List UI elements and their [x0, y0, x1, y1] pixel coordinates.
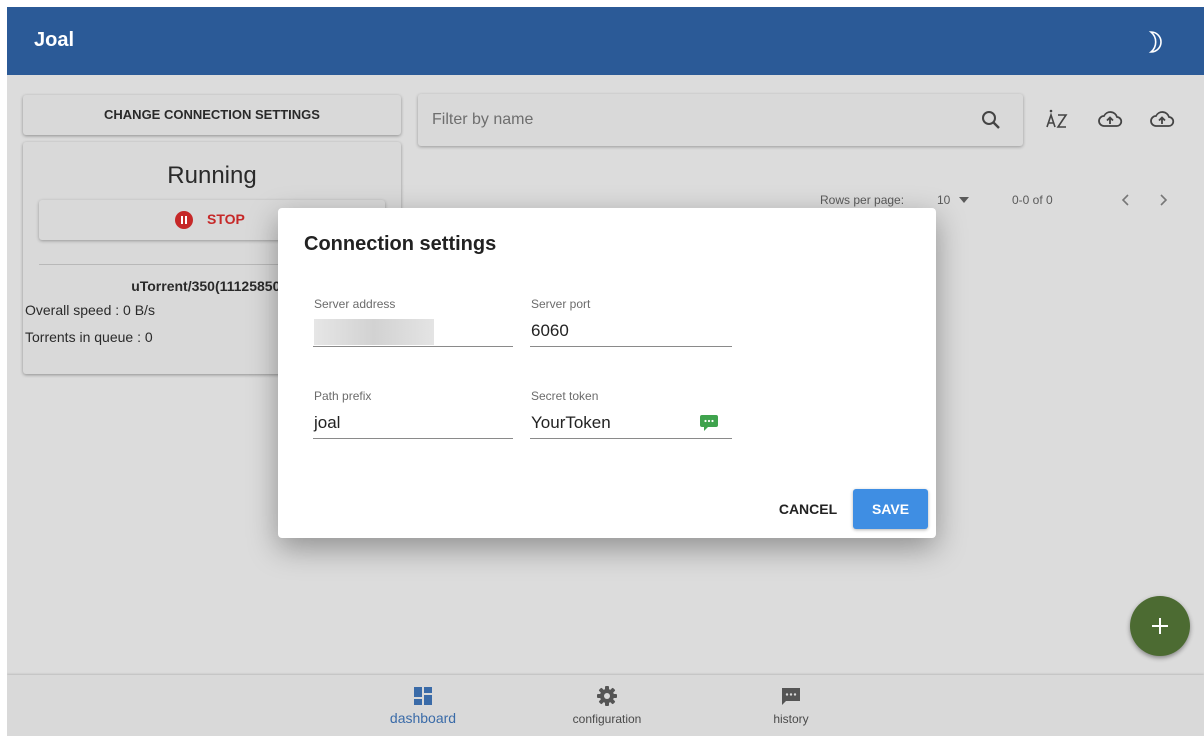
password-manager-icon[interactable] [700, 415, 718, 431]
modal-backdrop[interactable]: Connection settings Server address Serve… [7, 7, 1204, 736]
connection-settings-dialog: Connection settings Server address Serve… [278, 208, 936, 538]
field-underline [530, 346, 732, 347]
server-port-label: Server port [531, 297, 591, 311]
save-button[interactable]: SAVE [853, 489, 928, 529]
secret-token-label: Secret token [531, 389, 599, 403]
secret-token-field[interactable]: Secret token YourToken [530, 389, 732, 449]
path-prefix-field[interactable]: Path prefix joal [313, 389, 513, 449]
field-underline [313, 438, 513, 439]
server-port-value: 6060 [531, 321, 569, 340]
server-port-field[interactable]: Server port 6060 [530, 297, 732, 357]
path-prefix-label: Path prefix [314, 389, 372, 403]
server-address-field[interactable]: Server address [313, 297, 513, 357]
server-address-value [314, 319, 434, 345]
dialog-title: Connection settings [304, 233, 497, 255]
server-address-label: Server address [314, 297, 396, 311]
cancel-button[interactable]: CANCEL [764, 489, 852, 529]
field-underline [313, 346, 513, 347]
path-prefix-value: joal [314, 413, 341, 432]
secret-token-value: YourToken [531, 413, 611, 432]
app-root: Joal CHANGE CONNECTION SETTINGS Running … [7, 7, 1204, 736]
field-underline [530, 438, 732, 439]
